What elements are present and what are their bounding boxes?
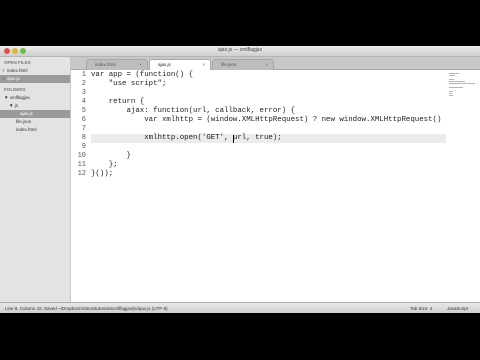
code-line: }()); bbox=[91, 170, 114, 178]
folder-item[interactable]: ▼ js bbox=[0, 102, 70, 110]
status-message: Line 8, Column 42; Saved ~/Dropbox/Video… bbox=[5, 306, 168, 311]
code-line: } bbox=[91, 152, 131, 160]
code-line: var app = (function() { bbox=[91, 71, 194, 79]
minimap-line bbox=[449, 83, 475, 84]
minimap-line bbox=[449, 95, 453, 96]
folder-file-item-active[interactable]: ajax.js bbox=[0, 110, 70, 118]
tab-size-selector[interactable]: Tab Size: 4 bbox=[410, 303, 432, 313]
code-line: "use script"; bbox=[91, 80, 167, 88]
tab-file-json[interactable]: file.json × bbox=[212, 59, 274, 70]
folder-item[interactable]: ▼ xmlflagjax bbox=[0, 94, 70, 102]
folder-file-item[interactable]: index.html bbox=[0, 126, 70, 134]
code-line: var xmlhttp = (window.XMLHttpRequest) ? … bbox=[91, 116, 446, 124]
code-line: return { bbox=[91, 98, 145, 106]
line-number: 11 bbox=[77, 161, 86, 169]
title-bar: ajax.js — xmlflagjax bbox=[0, 46, 480, 57]
tab-index-html[interactable]: index.html × bbox=[86, 59, 148, 70]
tab-close-icon[interactable]: × bbox=[202, 60, 205, 70]
editor-window: ajax.js — xmlflagjax OPEN FILES × index.h… bbox=[0, 46, 480, 313]
line-number: 2 bbox=[81, 80, 86, 88]
close-file-icon[interactable]: × bbox=[0, 75, 7, 83]
text-cursor bbox=[233, 135, 234, 143]
minimap-line bbox=[449, 73, 459, 74]
open-file-item[interactable]: × index.html bbox=[0, 67, 70, 75]
minimap-line bbox=[449, 93, 452, 94]
code-line-current: xmlhttp.open('GET', url, true); bbox=[91, 134, 446, 143]
code-editor[interactable]: 1 2 3 4 5 6 7 8 9 10 11 12 var app = (fu… bbox=[71, 70, 446, 302]
syntax-selector[interactable]: JavaScript bbox=[447, 303, 468, 313]
line-number-gutter: 1 2 3 4 5 6 7 8 9 10 11 12 bbox=[71, 70, 88, 302]
minimap-line bbox=[449, 75, 455, 76]
sidebar: OPEN FILES × index.html × ajax.js FOLDERS … bbox=[0, 57, 71, 302]
open-file-item-active[interactable]: × ajax.js bbox=[0, 75, 70, 83]
line-number: 5 bbox=[81, 107, 86, 115]
close-file-icon[interactable]: × bbox=[0, 67, 7, 75]
minimap-line bbox=[449, 79, 454, 80]
line-number: 12 bbox=[77, 170, 86, 178]
line-number: 8 bbox=[81, 134, 86, 142]
folders-header: FOLDERS bbox=[4, 87, 26, 92]
code-line: }; bbox=[91, 161, 118, 169]
line-number: 4 bbox=[81, 98, 86, 106]
code-line: ajax: function(url, callback, error) { bbox=[91, 107, 296, 115]
tab-close-icon[interactable]: × bbox=[139, 60, 142, 70]
folder-file-item[interactable]: file.json bbox=[0, 118, 70, 126]
line-number: 7 bbox=[81, 125, 86, 133]
line-number: 1 bbox=[81, 71, 86, 79]
minimap-line bbox=[449, 91, 453, 92]
minimap-line bbox=[449, 87, 463, 88]
line-number: 3 bbox=[81, 89, 86, 97]
tab-bar: index.html × ajax.js × file.json × bbox=[71, 57, 480, 71]
tab-close-icon[interactable]: × bbox=[265, 60, 268, 70]
status-bar: Line 8, Column 42; Saved ~/Dropbox/Video… bbox=[0, 302, 480, 313]
minimap-line bbox=[449, 81, 465, 82]
minimap[interactable] bbox=[446, 70, 480, 302]
open-files-header: OPEN FILES bbox=[4, 60, 31, 65]
line-number: 9 bbox=[81, 143, 86, 151]
line-number: 10 bbox=[77, 152, 86, 160]
window-title: ajax.js — xmlflagjax bbox=[217, 47, 263, 53]
line-number: 6 bbox=[81, 116, 86, 124]
